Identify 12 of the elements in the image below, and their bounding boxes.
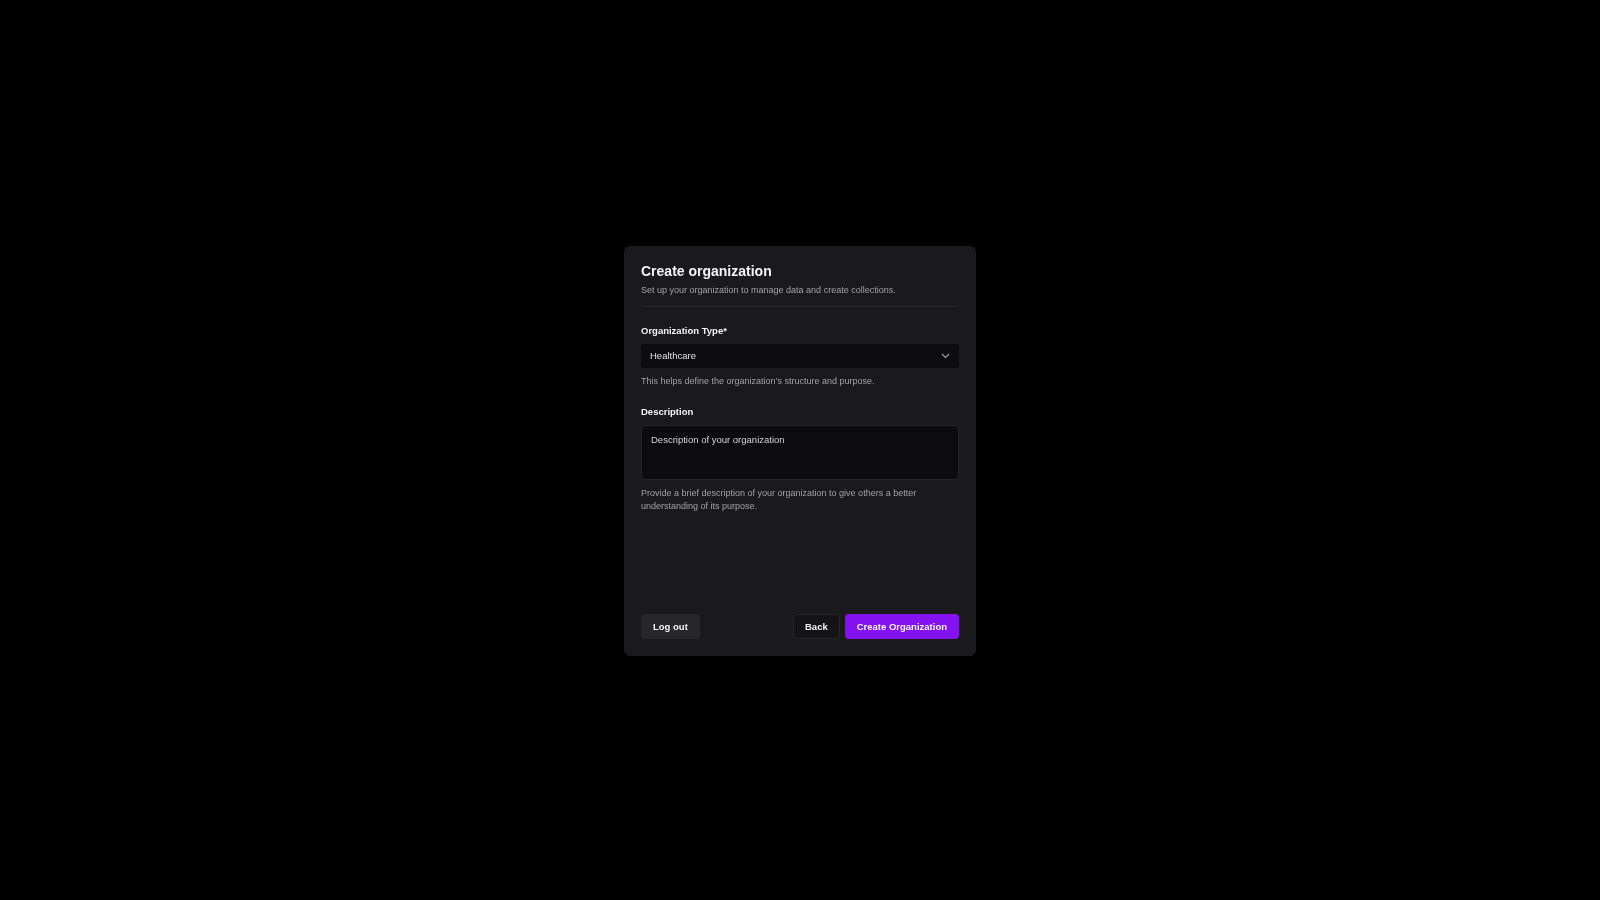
chevron-down-icon	[941, 352, 950, 359]
field-label: Organization Type*	[641, 324, 728, 336]
log-out-button[interactable]: Log out	[641, 613, 700, 639]
dialog-subtitle: Set up your organization to manage data and create collections.	[641, 284, 897, 295]
dialog-title: Create organization	[641, 262, 773, 279]
help-text: Provide a brief description of your organization to give others a better understanding of its purpose.	[641, 486, 918, 513]
description-field[interactable]: Description of your organization	[641, 424, 959, 480]
back-button[interactable]: Back	[793, 613, 840, 639]
select-field[interactable]: Healthcare	[641, 343, 959, 368]
create-button[interactable]: Create Organization	[844, 613, 959, 639]
field-label: Description	[641, 405, 695, 417]
help-text: This helps define the organization’s structure and purpose.	[641, 374, 876, 388]
